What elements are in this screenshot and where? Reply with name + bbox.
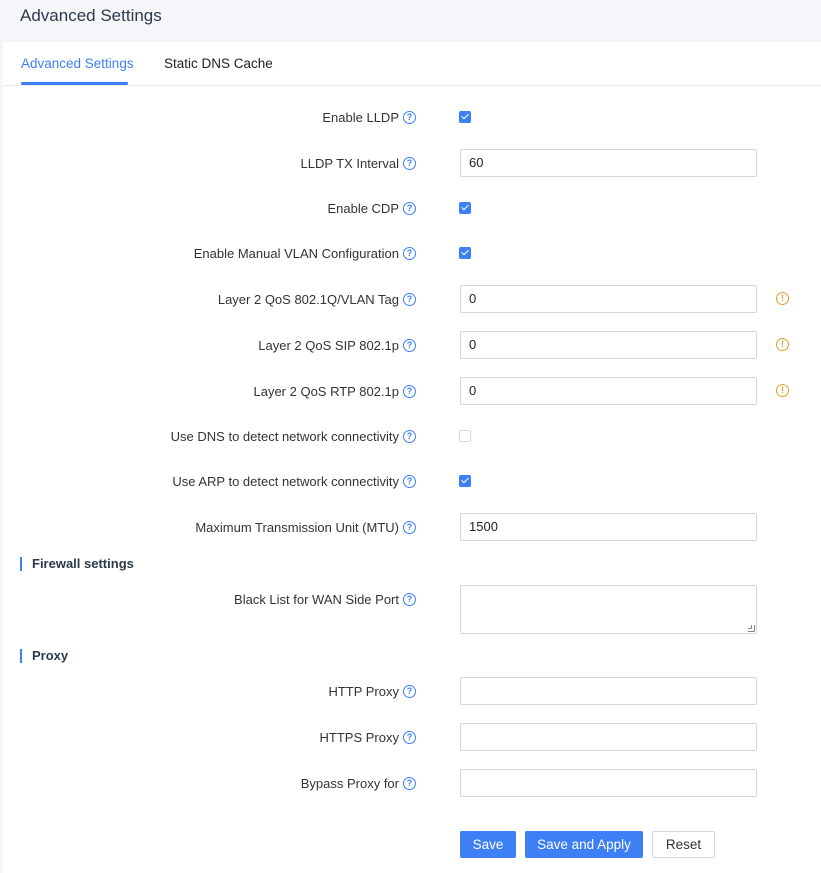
- warning-icon[interactable]: !: [776, 384, 789, 397]
- row-mtu: Maximum Transmission Unit (MTU) ? 1500: [3, 513, 821, 541]
- bypass-proxy-input[interactable]: [460, 769, 757, 797]
- row-l2-qos-sip: Layer 2 QoS SIP 802.1p ? 0 !: [3, 331, 821, 359]
- help-icon[interactable]: ?: [403, 338, 416, 352]
- row-enable-lldp: Enable LLDP ?: [3, 103, 821, 131]
- bypass-proxy-label: Bypass Proxy for: [300, 775, 399, 791]
- tab-static-dns-cache[interactable]: Static DNS Cache: [164, 56, 273, 71]
- row-dns-detect: Use DNS to detect network connectivity ?: [3, 422, 821, 450]
- help-icon[interactable]: ?: [403, 429, 416, 443]
- active-tab-indicator: [21, 82, 128, 85]
- lldp-tx-interval-input[interactable]: 60: [460, 149, 757, 177]
- help-icon[interactable]: ?: [403, 201, 416, 215]
- mtu-input[interactable]: 1500: [460, 513, 757, 541]
- help-icon[interactable]: ?: [403, 474, 416, 488]
- settings-panel: Advanced Settings Static DNS Cache Enabl…: [3, 42, 821, 873]
- help-icon[interactable]: ?: [403, 520, 416, 534]
- mtu-label: Maximum Transmission Unit (MTU): [195, 519, 399, 535]
- help-icon[interactable]: ?: [403, 684, 416, 698]
- enable-manual-vlan-checkbox[interactable]: [459, 247, 471, 259]
- row-enable-manual-vlan: Enable Manual VLAN Configuration ?: [3, 239, 821, 267]
- tab-bar: Advanced Settings Static DNS Cache: [3, 42, 821, 86]
- page-header: Advanced Settings: [0, 0, 821, 42]
- enable-manual-vlan-label: Enable Manual VLAN Configuration: [193, 245, 399, 261]
- resize-handle-icon[interactable]: [748, 625, 755, 632]
- l2-qos-vlan-tag-input[interactable]: 0: [460, 285, 757, 313]
- save-button[interactable]: Save: [460, 831, 516, 858]
- enable-lldp-label: Enable LLDP: [322, 109, 399, 125]
- arp-detect-checkbox[interactable]: [459, 475, 471, 487]
- section-proxy: Proxy: [20, 649, 68, 663]
- http-proxy-label: HTTP Proxy: [328, 683, 399, 699]
- row-bypass-proxy: Bypass Proxy for ?: [3, 769, 821, 797]
- l2-qos-vlan-tag-label: Layer 2 QoS 802.1Q/VLAN Tag: [217, 291, 399, 307]
- warning-icon[interactable]: !: [776, 338, 789, 351]
- enable-cdp-label: Enable CDP: [327, 200, 399, 216]
- wan-blacklist-textarea[interactable]: [460, 585, 757, 634]
- row-arp-detect: Use ARP to detect network connectivity ?: [3, 467, 821, 495]
- enable-cdp-checkbox[interactable]: [459, 202, 471, 214]
- help-icon[interactable]: ?: [403, 110, 416, 124]
- l2-qos-rtp-label: Layer 2 QoS RTP 802.1p: [253, 383, 399, 399]
- help-icon[interactable]: ?: [403, 592, 416, 606]
- wan-blacklist-label: Black List for WAN Side Port: [234, 591, 399, 607]
- l2-qos-sip-input[interactable]: 0: [460, 331, 757, 359]
- row-https-proxy: HTTPS Proxy ?: [3, 723, 821, 751]
- enable-lldp-checkbox[interactable]: [459, 111, 471, 123]
- help-icon[interactable]: ?: [403, 730, 416, 744]
- row-enable-cdp: Enable CDP ?: [3, 194, 821, 222]
- https-proxy-input[interactable]: [460, 723, 757, 751]
- row-wan-blacklist: Black List for WAN Side Port ?: [3, 585, 821, 634]
- page-title: Advanced Settings: [20, 6, 162, 25]
- dns-detect-label: Use DNS to detect network connectivity: [170, 428, 399, 444]
- help-icon[interactable]: ?: [403, 292, 416, 306]
- help-icon[interactable]: ?: [403, 246, 416, 260]
- l2-qos-sip-label: Layer 2 QoS SIP 802.1p: [258, 337, 399, 353]
- section-firewall-settings: Firewall settings: [20, 557, 134, 571]
- warning-icon[interactable]: !: [776, 292, 789, 305]
- row-lldp-tx-interval: LLDP TX Interval ? 60: [3, 149, 821, 177]
- save-and-apply-button[interactable]: Save and Apply: [525, 831, 643, 858]
- arp-detect-label: Use ARP to detect network connectivity: [172, 473, 399, 489]
- tab-advanced-settings[interactable]: Advanced Settings: [21, 56, 134, 71]
- row-l2-qos-rtp: Layer 2 QoS RTP 802.1p ? 0 !: [3, 377, 821, 405]
- l2-qos-rtp-input[interactable]: 0: [460, 377, 757, 405]
- reset-button[interactable]: Reset: [652, 831, 715, 858]
- dns-detect-checkbox[interactable]: [459, 430, 471, 442]
- http-proxy-input[interactable]: [460, 677, 757, 705]
- lldp-tx-interval-label: LLDP TX Interval: [300, 155, 399, 171]
- help-icon[interactable]: ?: [403, 776, 416, 790]
- help-icon[interactable]: ?: [403, 384, 416, 398]
- https-proxy-label: HTTPS Proxy: [319, 729, 399, 745]
- row-l2-qos-vlan-tag: Layer 2 QoS 802.1Q/VLAN Tag ? 0 !: [3, 285, 821, 313]
- help-icon[interactable]: ?: [403, 156, 416, 170]
- row-http-proxy: HTTP Proxy ?: [3, 677, 821, 705]
